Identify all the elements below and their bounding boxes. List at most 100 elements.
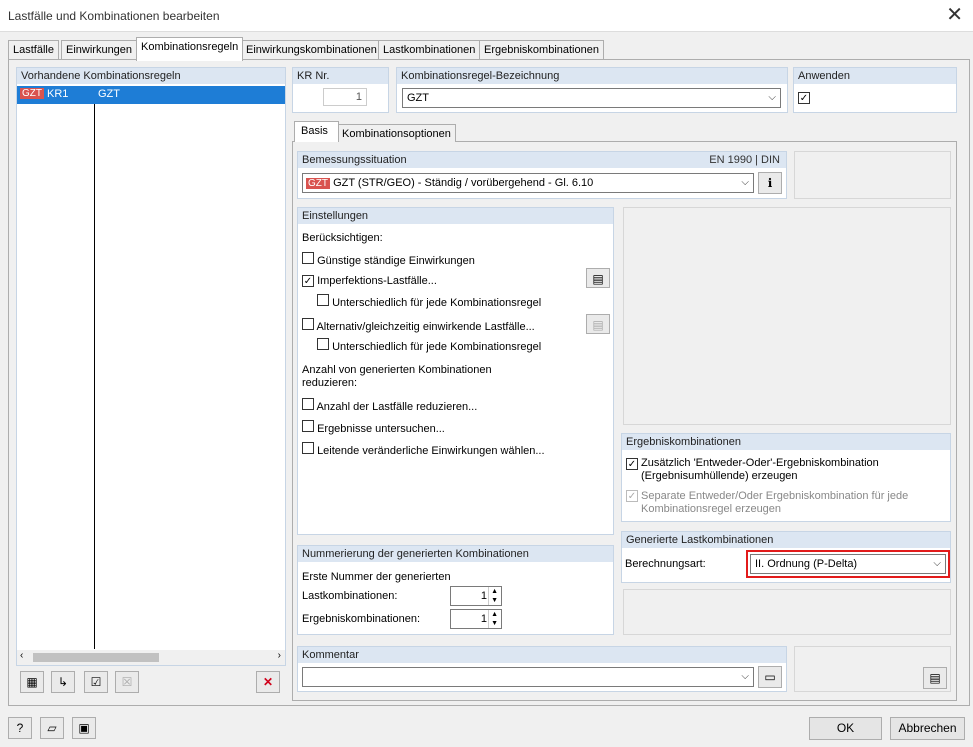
- tab-einwirkungskombinationen[interactable]: Einwirkungskombinationen: [241, 40, 382, 60]
- ergebnis-panel: Ergebniskombinationen ✓ Zusätzlich 'Entw…: [621, 433, 951, 522]
- option-ergebnisse[interactable]: Ergebnisse untersuchen...: [302, 420, 445, 435]
- option-alternativ-sub[interactable]: Unterschiedlich für jede Kombinationsreg…: [317, 338, 541, 353]
- option-label: Unterschiedlich für jede Kombinationsreg…: [332, 341, 542, 353]
- generiert-panel: Generierte Lastkombinationen Berechnungs…: [621, 531, 951, 583]
- column-divider: [94, 104, 95, 649]
- ok-button[interactable]: OK: [809, 717, 882, 740]
- horizontal-scrollbar[interactable]: ‹ ›: [17, 650, 285, 665]
- uncheck-all-icon[interactable]: ☒: [115, 671, 139, 693]
- option-imperfektion[interactable]: ✓ Imperfektions-Lastfälle...: [302, 275, 437, 287]
- ergebnis-label: Ergebniskombinationen: [622, 434, 950, 450]
- option-guenstige[interactable]: Günstige ständige Einwirkungen: [302, 252, 475, 267]
- anwenden-label: Anwenden: [794, 68, 956, 84]
- tab-basis[interactable]: Basis: [294, 121, 339, 142]
- kommentar-combo[interactable]: ⌵: [302, 667, 754, 687]
- entweder-oder-label-2: (Ergebnisumhüllende) erzeugen: [641, 470, 798, 482]
- checkbox[interactable]: [302, 398, 314, 410]
- tab-lastkombinationen[interactable]: Lastkombinationen: [378, 40, 481, 60]
- checkbox[interactable]: [302, 318, 314, 330]
- new-rule-icon[interactable]: ▦: [20, 671, 44, 693]
- checkbox[interactable]: ✓: [302, 275, 314, 287]
- bemessung-combo[interactable]: GZT GZT (STR/GEO) - Ständig / vorübergeh…: [302, 173, 754, 193]
- scroll-thumb[interactable]: [33, 653, 159, 662]
- rules-list-header: Vorhandene Kombinationsregeln: [17, 68, 285, 84]
- close-icon[interactable]: ✕: [946, 4, 963, 26]
- option-reduzieren[interactable]: Anzahl der Lastfälle reduzieren...: [302, 398, 477, 413]
- chevron-down-icon: ⌵: [741, 671, 749, 682]
- edit-alternativ-icon[interactable]: ▤: [586, 314, 610, 334]
- save-icon[interactable]: ▣: [72, 717, 96, 739]
- gzt-badge: GZT: [20, 88, 44, 99]
- checkbox[interactable]: [317, 338, 329, 350]
- rule-id: KR1: [47, 88, 69, 100]
- reduce-label-1: Anzahl von generierten Kombinationen: [302, 364, 492, 376]
- berechnungsart-combo[interactable]: II. Ordnung (P-Delta) ⌵: [750, 554, 946, 574]
- title-bar: Lastfälle und Kombinationen bearbeiten ✕: [0, 0, 973, 32]
- separate-checkbox[interactable]: ✓: [626, 490, 638, 502]
- ek-value: 1: [480, 613, 487, 625]
- bezeichnung-value: GZT: [407, 92, 429, 104]
- generiert-extra-area: [623, 589, 951, 635]
- kr-nr-label: KR Nr.: [293, 68, 388, 84]
- separate-label-2: Kombinationsregel erzeugen: [641, 503, 782, 515]
- ek-label: Ergebniskombinationen:: [302, 613, 421, 625]
- berechnungsart-value: II. Ordnung (P-Delta): [755, 558, 858, 570]
- scroll-right-icon[interactable]: ›: [278, 650, 281, 661]
- preview-area: [623, 207, 951, 425]
- tab-kombinationsregeln[interactable]: Kombinationsregeln: [136, 37, 244, 61]
- tab-einwirkungen[interactable]: Einwirkungen: [61, 40, 138, 60]
- nummerierung-panel: Nummerierung der generierten Kombination…: [297, 545, 614, 635]
- tab-kombinationsoptionen[interactable]: Kombinationsoptionen: [337, 124, 456, 142]
- table-row[interactable]: GZT KR1 GZT: [17, 86, 285, 104]
- checkbox[interactable]: [302, 420, 314, 432]
- spin-arrows-icon[interactable]: ▲ ▼: [488, 610, 500, 628]
- ek-stepper[interactable]: 1 ▲ ▼: [450, 609, 502, 629]
- edit-imperfektion-icon[interactable]: ▤: [586, 268, 610, 288]
- comment-tool-icon[interactable]: ▭: [758, 666, 782, 688]
- option-label: Alternativ/gleichzeitig einwirkende Last…: [316, 321, 535, 333]
- option-label: Leitende veränderliche Einwirkungen wähl…: [317, 445, 545, 457]
- option-label: Anzahl der Lastfälle reduzieren...: [316, 401, 478, 413]
- info-icon[interactable]: ℹ: [758, 172, 782, 194]
- option-label: Unterschiedlich für jede Kombinationsreg…: [332, 297, 542, 309]
- rule-name: GZT: [98, 88, 120, 100]
- bemessung-value: GZT (STR/GEO) - Ständig / vorübergehend …: [333, 177, 594, 189]
- kr-nr-panel: KR Nr. 1: [292, 67, 389, 113]
- option-leitende[interactable]: Leitende veränderliche Einwirkungen wähl…: [302, 442, 545, 457]
- kommentar-panel: Kommentar ⌵ ▭: [297, 646, 787, 692]
- delete-icon[interactable]: ✕: [256, 671, 280, 693]
- open-folder-icon[interactable]: ▱: [40, 717, 64, 739]
- window-title: Lastfälle und Kombinationen bearbeiten: [8, 9, 220, 23]
- consider-label: Berücksichtigen:: [302, 232, 383, 244]
- lk-value: 1: [480, 590, 487, 602]
- tab-lastfaelle[interactable]: Lastfälle: [8, 40, 59, 60]
- scroll-left-icon[interactable]: ‹: [20, 650, 23, 661]
- reduce-label-2: reduzieren:: [302, 377, 358, 389]
- help-icon[interactable]: ?: [8, 717, 32, 739]
- cancel-button[interactable]: Abbrechen: [890, 717, 965, 740]
- checkbox[interactable]: [317, 294, 329, 306]
- bezeichnung-combo[interactable]: GZT ⌵: [402, 88, 781, 108]
- kommentar-label: Kommentar: [298, 647, 786, 663]
- checkbox[interactable]: [302, 442, 314, 454]
- anwenden-checkbox[interactable]: ✓: [798, 92, 810, 104]
- check-all-icon[interactable]: ☑: [84, 671, 108, 693]
- berechnungsart-label: Berechnungsart:: [625, 558, 706, 570]
- edit-icon[interactable]: ▤: [923, 667, 947, 689]
- einstellungen-label: Einstellungen: [298, 208, 613, 224]
- checkbox[interactable]: [302, 252, 314, 264]
- option-imperfektion-sub[interactable]: Unterschiedlich für jede Kombinationsreg…: [317, 294, 541, 309]
- lk-stepper[interactable]: 1 ▲ ▼: [450, 586, 502, 606]
- lk-label: Lastkombinationen:: [302, 590, 398, 602]
- tab-ergebniskombinationen[interactable]: Ergebniskombinationen: [479, 40, 604, 60]
- renumber-icon[interactable]: ↳: [51, 671, 75, 693]
- entweder-oder-label-1: Zusätzlich 'Entweder-Oder'-Ergebniskombi…: [641, 457, 879, 469]
- bezeichnung-label: Kombinationsregel-Bezeichnung: [397, 68, 787, 84]
- option-alternativ[interactable]: Alternativ/gleichzeitig einwirkende Last…: [302, 318, 535, 333]
- bemessung-extra-area: [794, 151, 951, 199]
- option-label: Imperfektions-Lastfälle...: [317, 275, 437, 287]
- entweder-oder-checkbox[interactable]: ✓: [626, 458, 638, 470]
- spin-arrows-icon[interactable]: ▲ ▼: [488, 587, 500, 605]
- generiert-label: Generierte Lastkombinationen: [622, 532, 950, 548]
- norm-label: EN 1990 | DIN: [709, 154, 780, 166]
